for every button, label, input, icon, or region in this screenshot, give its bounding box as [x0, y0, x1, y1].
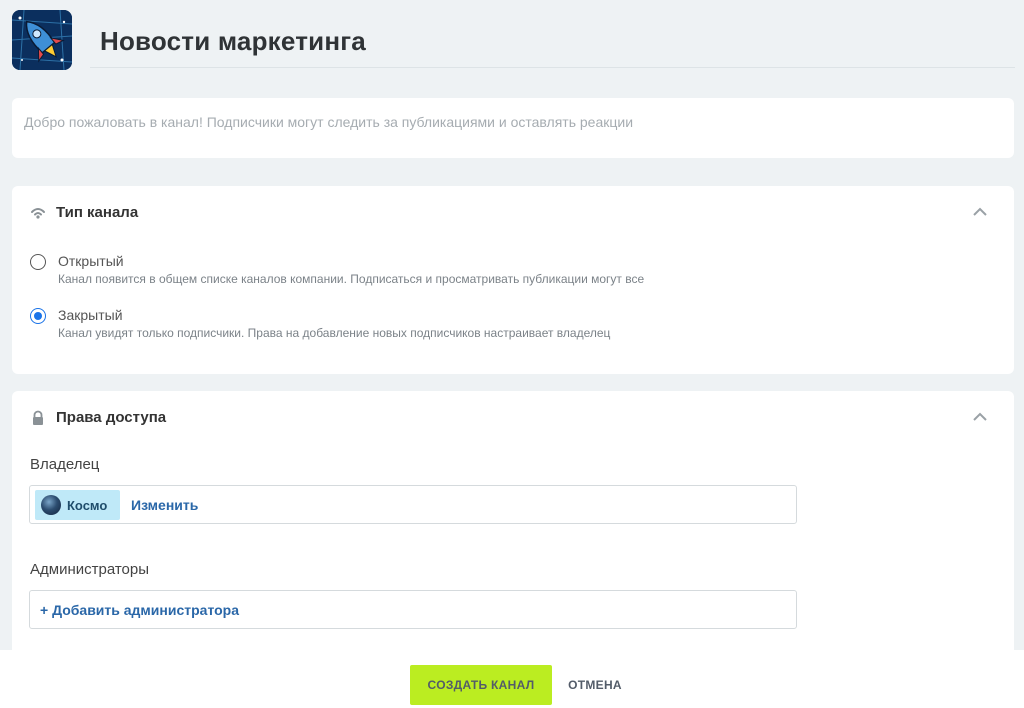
radio-label-open: Открытый: [58, 253, 124, 269]
access-rights-header: Права доступа: [30, 409, 166, 426]
page-title: Новости маркетинга: [100, 26, 366, 56]
change-owner-link[interactable]: Изменить: [131, 497, 198, 513]
cancel-button[interactable]: ОТМЕНА: [562, 665, 628, 705]
owner-field: Космо Изменить: [29, 485, 797, 524]
radio-option-closed[interactable]: Закрытый Канал увидят только подписчики.…: [30, 306, 610, 340]
owner-name: Космо: [67, 497, 108, 513]
radio-label-closed: Закрытый: [58, 307, 123, 323]
radio-open[interactable]: [30, 254, 46, 270]
rocket-icon: [12, 10, 72, 70]
footer-bar: СОЗДАТЬ КАНАЛ ОТМЕНА: [0, 650, 1024, 708]
title-divider: [90, 67, 1015, 68]
channel-type-card: Тип канала Открытый Канал появится в общ…: [12, 186, 1014, 374]
radio-desc-closed: Канал увидят только подписчики. Права на…: [58, 326, 611, 340]
radio-closed[interactable]: [30, 308, 46, 324]
radio-option-open[interactable]: Открытый Канал появится в общем списке к…: [30, 252, 644, 286]
owner-label: Владелец: [30, 456, 100, 473]
signal-icon: [31, 207, 45, 219]
radio-desc-open: Канал появится в общем списке каналов ко…: [58, 272, 645, 286]
add-admin-link[interactable]: + Добавить администратора: [40, 602, 239, 618]
admins-field: + Добавить администратора: [29, 590, 797, 629]
channel-avatar[interactable]: [12, 10, 72, 70]
channel-type-header: Тип канала: [30, 204, 138, 221]
page-header: Новости маркетинга: [0, 0, 1024, 80]
access-rights-card: Права доступа Владелец Космо Изменить Ад…: [12, 391, 1014, 661]
access-rights-title: Права доступа: [56, 409, 167, 426]
avatar: [41, 495, 61, 515]
create-channel-button[interactable]: СОЗДАТЬ КАНАЛ: [410, 665, 552, 705]
description-card: [12, 98, 1014, 158]
description-input[interactable]: [24, 114, 994, 130]
admins-label: Администраторы: [30, 561, 150, 578]
chevron-up-icon[interactable]: [970, 409, 990, 425]
channel-type-title: Тип канала: [56, 204, 139, 221]
lock-icon: [33, 410, 43, 425]
chevron-up-icon[interactable]: [970, 204, 990, 220]
owner-chip[interactable]: Космо: [35, 490, 120, 520]
